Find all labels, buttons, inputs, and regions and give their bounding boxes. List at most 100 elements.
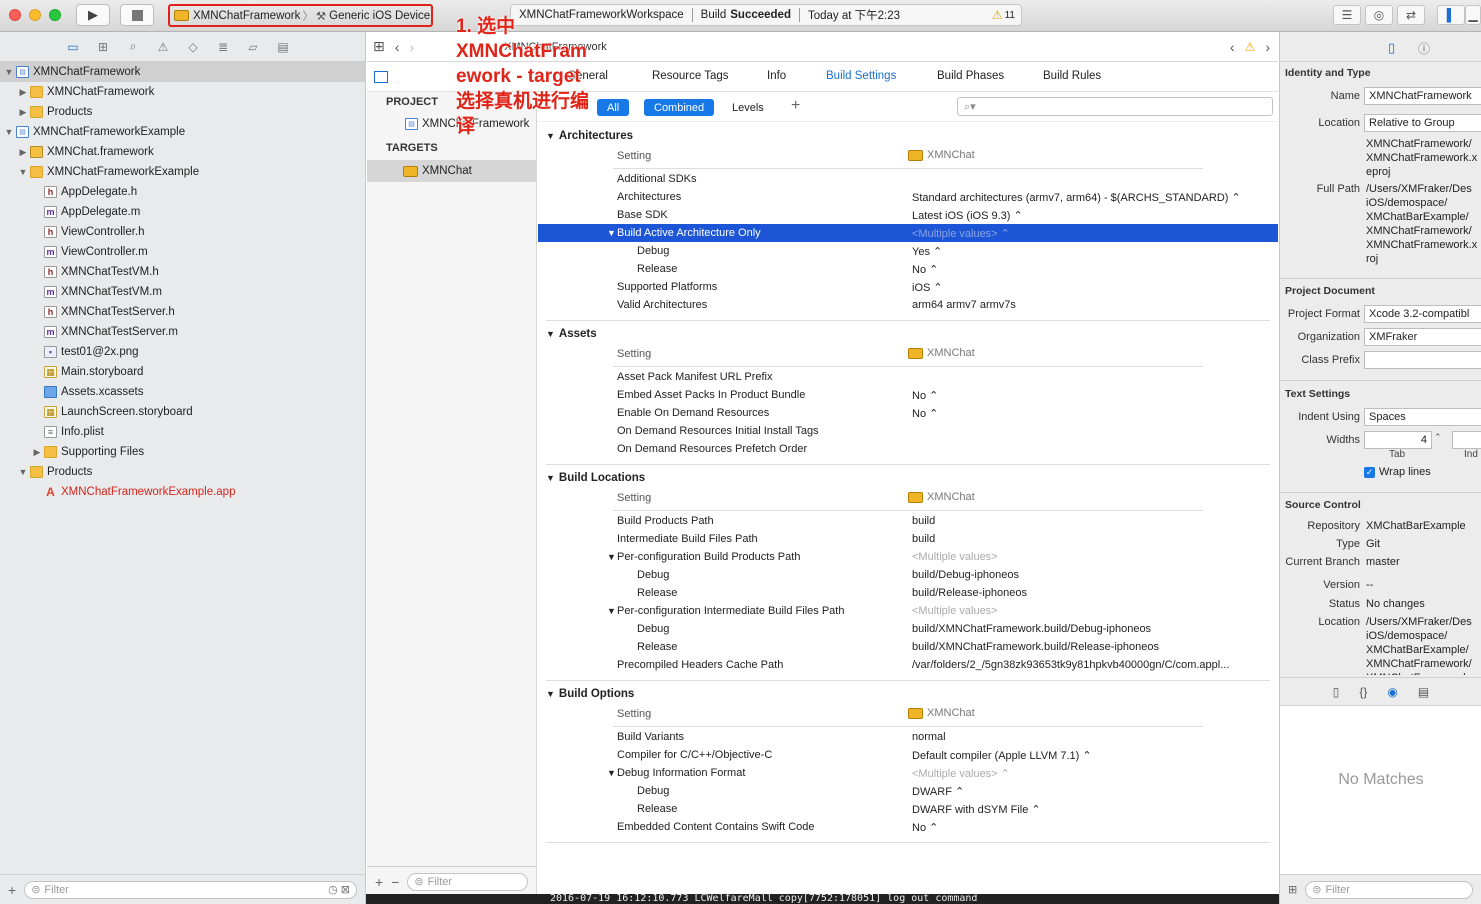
debug-area-toggle-icon[interactable]: ▁: [1465, 5, 1481, 25]
debug-navigator-icon[interactable]: ≣: [214, 40, 232, 54]
report-navigator-icon[interactable]: ▤: [274, 40, 292, 54]
close-window-button[interactable]: [9, 9, 21, 21]
navigator-item[interactable]: ▦ LaunchScreen.storyboard: [0, 402, 366, 422]
scheme-selector[interactable]: XMNChatFramework 〉 ⚒ Generic iOS Device: [168, 4, 433, 27]
build-setting-row[interactable]: Supported Platforms iOS ⌃: [538, 278, 1278, 296]
disclosure-open-icon[interactable]: ▼: [546, 131, 555, 141]
class-prefix-field[interactable]: [1364, 351, 1481, 369]
build-setting-row[interactable]: Debug build/Debug-iphoneos: [538, 566, 1278, 584]
navigator-item[interactable]: ▼ ▤ XMNChatFramework: [0, 62, 366, 82]
tab-build-rules[interactable]: Build Rules: [1043, 70, 1101, 82]
navigator-toggle-icon[interactable]: ▌: [1437, 5, 1465, 25]
navigator-item[interactable]: h AppDelegate.h: [0, 182, 366, 202]
disclosure-open-icon[interactable]: ▼: [546, 329, 555, 339]
navigator-filter-field[interactable]: ⊜ Filter ◷ ⊠: [24, 880, 357, 899]
library-filter-field[interactable]: ⊜ Filter: [1305, 880, 1473, 899]
build-setting-row[interactable]: On Demand Resources Initial Install Tags: [538, 422, 1278, 440]
build-setting-value[interactable]: No ⌃: [912, 389, 938, 402]
filter-levels-button[interactable]: Levels: [722, 99, 774, 116]
build-setting-value[interactable]: No ⌃: [912, 263, 938, 276]
target-item[interactable]: XMNChat: [367, 160, 536, 182]
settings-section-header[interactable]: ▼ Architectures: [546, 130, 633, 142]
disclosure-open-icon[interactable]: ▼: [607, 552, 616, 562]
tab-build-settings[interactable]: Build Settings: [826, 70, 896, 82]
assistant-editor-icon[interactable]: ◎: [1365, 5, 1393, 25]
disclosure-open-icon[interactable]: ▼: [4, 67, 14, 77]
build-setting-value[interactable]: build: [912, 533, 935, 545]
disclosure-open-icon[interactable]: ▼: [18, 467, 28, 477]
build-setting-row[interactable]: Precompiled Headers Cache Path/var/folde…: [538, 656, 1278, 674]
build-setting-row[interactable]: Compiler for C/C++/Objective-C Default co…: [538, 746, 1278, 764]
build-setting-value[interactable]: Latest iOS (iOS 9.3) ⌃: [912, 209, 1023, 222]
disclosure-open-icon[interactable]: ▼: [607, 606, 616, 616]
disclosure-open-icon[interactable]: ▼: [4, 127, 14, 137]
forward-icon[interactable]: ›: [409, 39, 414, 55]
tab-resource-tags[interactable]: Resource Tags: [652, 70, 729, 82]
build-setting-value[interactable]: build: [912, 515, 935, 527]
build-setting-value[interactable]: No ⌃: [912, 407, 938, 420]
navigator-item[interactable]: ▶ Supporting Files: [0, 442, 366, 462]
standard-editor-icon[interactable]: ☰: [1333, 5, 1361, 25]
disclosure-closed-icon[interactable]: ▶: [18, 147, 28, 158]
build-setting-value[interactable]: DWARF ⌃: [912, 785, 964, 798]
build-setting-value[interactable]: build/XMNChatFramework.build/Release-iph…: [912, 641, 1159, 653]
build-setting-row[interactable]: ▼ Build Active Architecture Only <Multiple…: [538, 224, 1278, 242]
navigator-item[interactable]: h ViewController.h: [0, 222, 366, 242]
breakpoint-navigator-icon[interactable]: ▱: [244, 40, 262, 54]
build-setting-value[interactable]: <Multiple values>: [912, 551, 998, 563]
build-setting-row[interactable]: Release build/Release-iphoneos: [538, 584, 1278, 602]
build-setting-value[interactable]: Yes ⌃: [912, 245, 942, 258]
disclosure-open-icon[interactable]: ▼: [546, 473, 555, 483]
tab-info[interactable]: Info: [767, 70, 786, 82]
build-setting-row[interactable]: Additional SDKs: [538, 170, 1278, 188]
organization-field[interactable]: XMFraker: [1364, 328, 1481, 346]
build-settings-search[interactable]: ⌕▾: [957, 97, 1273, 116]
project-navigator-icon[interactable]: ▭: [64, 40, 82, 54]
navigator-item[interactable]: ▶ Products: [0, 102, 366, 122]
remove-target-icon[interactable]: −: [391, 874, 399, 890]
minimize-window-button[interactable]: [29, 9, 41, 21]
build-setting-value[interactable]: iOS ⌃: [912, 281, 943, 294]
build-setting-row[interactable]: ▼ Debug Information Format <Multiple value…: [538, 764, 1278, 782]
navigator-item[interactable]: Assets.xcassets: [0, 382, 366, 402]
related-items-icon[interactable]: ⊞: [373, 38, 385, 55]
disclosure-open-icon[interactable]: ▼: [607, 768, 616, 778]
media-library-icon[interactable]: ▤: [1418, 685, 1429, 699]
build-setting-row[interactable]: On Demand Resources Prefetch Order: [538, 440, 1278, 458]
indent-using-select[interactable]: Spaces: [1364, 408, 1481, 426]
build-setting-row[interactable]: Intermediate Build Files Path build: [538, 530, 1278, 548]
symbol-navigator-icon[interactable]: ⊞: [94, 40, 112, 54]
navigator-item[interactable]: m XMNChatTestVM.m: [0, 282, 366, 302]
tab-width-field[interactable]: 4: [1364, 431, 1432, 449]
tab-general[interactable]: General: [567, 70, 608, 82]
add-icon[interactable]: +: [8, 882, 16, 898]
build-setting-row[interactable]: Architectures Standard architectures (arm…: [538, 188, 1278, 206]
build-setting-row[interactable]: Release build/XMNChatFramework.build/Rele…: [538, 638, 1278, 656]
test-navigator-icon[interactable]: ◇: [184, 40, 202, 54]
targets-filter-field[interactable]: ⊜ Filter: [407, 872, 528, 891]
build-setting-row[interactable]: Debug build/XMNChatFramework.build/Debug-…: [538, 620, 1278, 638]
navigator-item[interactable]: h XMNChatTestServer.h: [0, 302, 366, 322]
build-setting-row[interactable]: Valid Architectures arm64 armv7 armv7s: [538, 296, 1278, 314]
build-setting-value[interactable]: /var/folders/2_/5gn38zk93653tk9y81hpkvb4…: [912, 659, 1229, 671]
navigator-item[interactable]: ▪ test01@2x.png: [0, 342, 366, 362]
build-setting-value[interactable]: No ⌃: [912, 821, 938, 834]
file-template-library-icon[interactable]: ▯: [1333, 685, 1340, 699]
project-format-select[interactable]: Xcode 3.2-compatibl: [1364, 305, 1481, 323]
stop-button[interactable]: [120, 4, 154, 26]
file-inspector-icon[interactable]: ▯: [1388, 40, 1395, 56]
navigator-item[interactable]: ▼ Products: [0, 462, 366, 482]
tab-width-stepper-icon[interactable]: ⌃: [1434, 432, 1442, 443]
build-setting-row[interactable]: ▼ Per-configuration Build Products Path <M…: [538, 548, 1278, 566]
settings-section-header[interactable]: ▼ Assets: [546, 328, 597, 340]
code-snippet-library-icon[interactable]: {}: [1359, 685, 1367, 699]
build-setting-row[interactable]: Debug Yes ⌃: [538, 242, 1278, 260]
navigator-item[interactable]: ▦ Main.storyboard: [0, 362, 366, 382]
build-setting-row[interactable]: Build Products Path build: [538, 512, 1278, 530]
build-setting-value[interactable]: Default compiler (Apple LLVM 7.1) ⌃: [912, 749, 1092, 762]
indent-width-field[interactable]: [1452, 431, 1481, 449]
navigator-item[interactable]: m ViewController.m: [0, 242, 366, 262]
targets-panel-toggle-icon[interactable]: [374, 71, 388, 83]
next-issue-icon[interactable]: ›: [1265, 39, 1270, 55]
navigator-item[interactable]: ≡ Info.plist: [0, 422, 366, 442]
